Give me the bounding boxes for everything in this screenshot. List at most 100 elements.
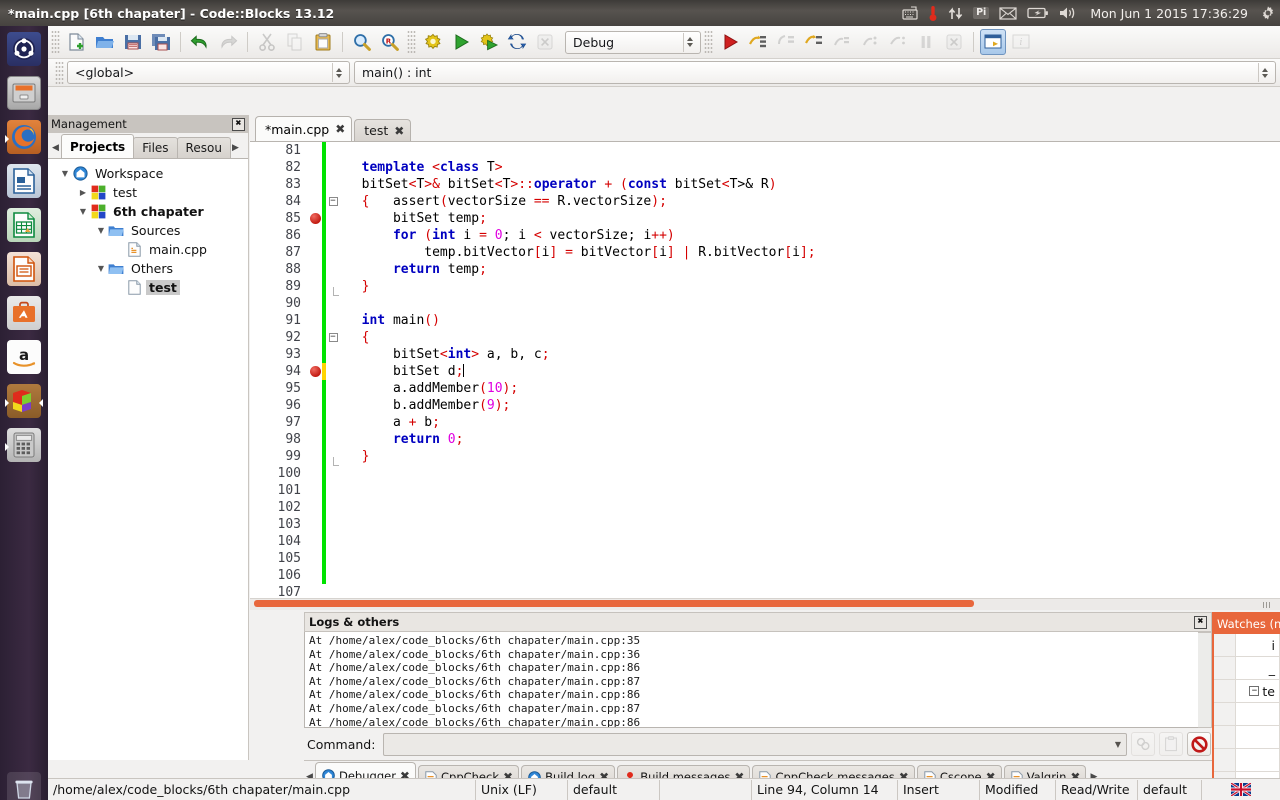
step-into-instruction-button[interactable] bbox=[857, 29, 883, 55]
code-line[interactable]: 91 int main() bbox=[250, 312, 1280, 329]
redo-button[interactable] bbox=[215, 29, 241, 55]
tree-item[interactable]: ▼ Others bbox=[48, 259, 248, 278]
resize-grip[interactable] bbox=[1263, 602, 1272, 608]
code-line[interactable]: 86 for (int i = 0; i < vectorSize; i++) bbox=[250, 227, 1280, 244]
chevron-down-icon[interactable]: ▼ bbox=[1110, 734, 1126, 755]
pi-indicator[interactable]: Pi bbox=[973, 0, 990, 26]
log-vertical-scrollbar[interactable] bbox=[1198, 632, 1212, 728]
code-view[interactable]: 81 82 template <class T> 83 bitSet<T>& bit… bbox=[250, 142, 1280, 610]
expander-minus-icon[interactable]: − bbox=[1249, 686, 1260, 696]
function-combo[interactable]: main() : int bbox=[354, 61, 1276, 84]
step-into-button[interactable] bbox=[773, 29, 799, 55]
launcher-item-amazon[interactable]: a bbox=[5, 338, 43, 376]
breakpoint-icon[interactable] bbox=[308, 366, 322, 377]
log-output[interactable]: At /home/alex/code_blocks/6th chapater/m… bbox=[304, 632, 1212, 728]
close-icon[interactable]: ✖ bbox=[232, 117, 245, 131]
fold-marker[interactable]: − bbox=[326, 197, 340, 206]
code-line[interactable]: 102 bbox=[250, 499, 1280, 516]
code-line[interactable]: 96 b.addMember(9); bbox=[250, 397, 1280, 414]
twisty-down-icon[interactable]: ▼ bbox=[94, 226, 108, 235]
twisty-right-icon[interactable]: ▶ bbox=[76, 188, 90, 197]
watch-row[interactable]: 50 bbox=[1214, 703, 1280, 726]
run-to-cursor-button[interactable] bbox=[885, 29, 911, 55]
tree-item[interactable]: ▼ Workspace bbox=[48, 164, 248, 183]
code-line[interactable]: 81 bbox=[250, 142, 1280, 159]
twisty-down-icon[interactable]: ▼ bbox=[58, 169, 72, 178]
break-debugger-button[interactable] bbox=[913, 29, 939, 55]
find-button[interactable] bbox=[349, 29, 375, 55]
code-line[interactable]: 99 } bbox=[250, 448, 1280, 466]
tree-item[interactable]: ▶ test bbox=[48, 183, 248, 202]
stop-icon[interactable] bbox=[1187, 732, 1211, 756]
find-replace-button[interactable]: R bbox=[377, 29, 403, 55]
launcher-item-libreoffice-impress[interactable] bbox=[5, 250, 43, 288]
uk-flag-icon[interactable] bbox=[1202, 780, 1280, 800]
debugging-windows-button[interactable] bbox=[980, 29, 1006, 55]
build-button[interactable] bbox=[420, 29, 446, 55]
tree-item[interactable]: test bbox=[48, 278, 248, 297]
run-button[interactable] bbox=[448, 29, 474, 55]
code-line[interactable]: 100 bbox=[250, 465, 1280, 482]
code-line[interactable]: 83 bitSet<T>& bitSet<T>::operator + (con… bbox=[250, 176, 1280, 193]
thermometer-icon[interactable] bbox=[928, 0, 938, 26]
code-line[interactable]: 104 bbox=[250, 533, 1280, 550]
watches-rows[interactable]: i1_"bitSet−te5040x6030szNot avatem96 bbox=[1214, 634, 1280, 798]
copy-button[interactable] bbox=[282, 29, 308, 55]
code-line[interactable]: 89 } bbox=[250, 278, 1280, 296]
save-all-button[interactable] bbox=[148, 29, 174, 55]
breakpoint-icon[interactable] bbox=[308, 213, 322, 224]
launcher-item-libreoffice-calc[interactable] bbox=[5, 206, 43, 244]
rebuild-button[interactable] bbox=[504, 29, 530, 55]
step-out-button[interactable] bbox=[801, 29, 827, 55]
code-line[interactable]: 92 − { bbox=[250, 329, 1280, 346]
code-line[interactable]: 90 bbox=[250, 295, 1280, 312]
tree-item[interactable]: main.cpp bbox=[48, 240, 248, 259]
function-spinner[interactable] bbox=[1258, 63, 1271, 82]
scrollbar-thumb[interactable] bbox=[254, 600, 974, 607]
build-target-combo[interactable]: Debug bbox=[565, 30, 701, 54]
code-line[interactable]: 98 return 0; bbox=[250, 431, 1280, 448]
launcher-item-trash[interactable] bbox=[5, 770, 43, 800]
code-line[interactable]: 103 bbox=[250, 516, 1280, 533]
watch-row[interactable]: − te bbox=[1214, 680, 1280, 703]
network-updown-icon[interactable] bbox=[948, 0, 963, 26]
save-button[interactable] bbox=[120, 29, 146, 55]
tree-item[interactable]: ▼ Sources bbox=[48, 221, 248, 240]
battery-icon[interactable] bbox=[1027, 0, 1049, 26]
undo-button[interactable] bbox=[187, 29, 213, 55]
tab-projects[interactable]: Projects bbox=[61, 134, 135, 158]
toolbar-grip[interactable] bbox=[51, 30, 60, 54]
new-file-button[interactable] bbox=[64, 29, 90, 55]
cut-button[interactable] bbox=[254, 29, 280, 55]
twisty-down-icon[interactable]: ▼ bbox=[76, 207, 90, 216]
editor-horizontal-scrollbar[interactable] bbox=[250, 598, 1280, 610]
project-tree[interactable]: ▼ Workspace ▶ test ▼ 6th chapater ▼ Sources main… bbox=[48, 159, 248, 760]
code-line[interactable]: 94 bitSet d; bbox=[250, 363, 1280, 380]
abort-button[interactable] bbox=[532, 29, 558, 55]
code-line[interactable]: 93 bitSet<int> a, b, c; bbox=[250, 346, 1280, 363]
namespace-spinner[interactable] bbox=[332, 63, 345, 82]
build-and-run-button[interactable] bbox=[476, 29, 502, 55]
watch-row[interactable]: 0x6030 bbox=[1214, 749, 1280, 772]
namespace-combo[interactable]: <global> bbox=[67, 61, 350, 84]
code-line[interactable]: 97 a + b; bbox=[250, 414, 1280, 431]
close-icon[interactable]: ✖ bbox=[335, 123, 345, 135]
code-line[interactable]: 101 bbox=[250, 482, 1280, 499]
toolbar-grip[interactable] bbox=[407, 30, 416, 54]
execute-icon[interactable] bbox=[1131, 732, 1155, 756]
editor-tab-main-cpp[interactable]: *main.cpp ✖ bbox=[255, 116, 353, 141]
keyboard-icon[interactable] bbox=[902, 0, 918, 26]
code-line[interactable]: 106 bbox=[250, 567, 1280, 584]
code-line[interactable]: 85 bitSet temp; bbox=[250, 210, 1280, 227]
tab-files[interactable]: Files bbox=[133, 137, 178, 158]
launcher-item-libreoffice-writer[interactable] bbox=[5, 162, 43, 200]
debug-continue-button[interactable] bbox=[717, 29, 743, 55]
code-line[interactable]: 88 return temp; bbox=[250, 261, 1280, 278]
code-line[interactable]: 82 template <class T> bbox=[250, 159, 1280, 176]
paste-button[interactable] bbox=[310, 29, 336, 55]
clipboard-icon[interactable] bbox=[1159, 732, 1183, 756]
code-line[interactable]: 84 − { assert(vectorSize == R.vectorSize)… bbox=[250, 193, 1280, 210]
twisty-down-icon[interactable]: ▼ bbox=[94, 264, 108, 273]
code-line[interactable]: 95 a.addMember(10); bbox=[250, 380, 1280, 397]
launcher-item-ubuntu-dash[interactable] bbox=[5, 30, 43, 68]
